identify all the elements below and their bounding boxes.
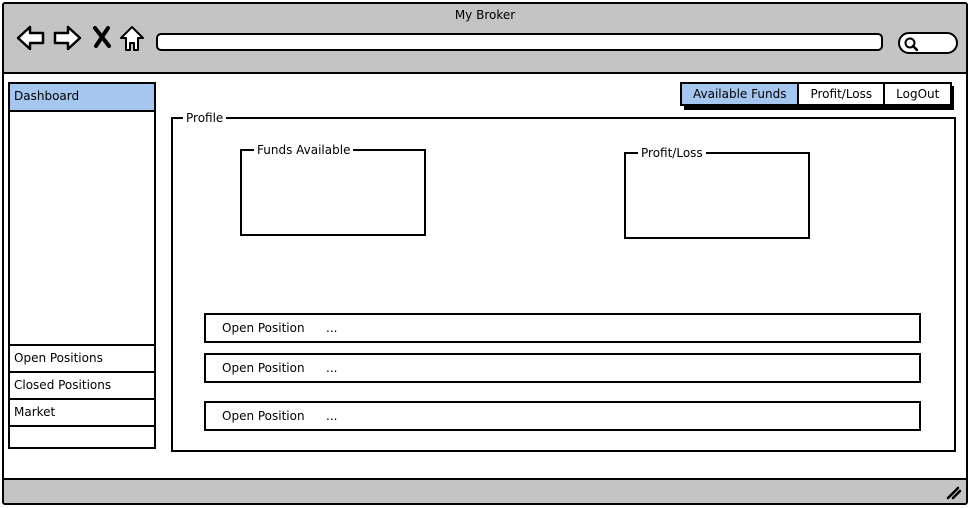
tab-available-funds[interactable]: Available Funds xyxy=(682,84,798,104)
open-position-row[interactable]: Open Position ... xyxy=(204,353,921,383)
position-label: Open Position xyxy=(222,409,305,423)
tab-logout[interactable]: LogOut xyxy=(883,84,950,104)
sidebar-item-dashboard[interactable]: Dashboard xyxy=(10,84,154,112)
sidebar-item-closed-positions[interactable]: Closed Positions xyxy=(10,371,154,397)
profit-loss-box: Profit/Loss xyxy=(624,145,810,239)
search-box[interactable] xyxy=(898,32,958,54)
close-x-icon[interactable] xyxy=(92,26,112,48)
sidebar-item-label: Closed Positions xyxy=(14,378,112,392)
sidebar-item-label: Dashboard xyxy=(14,89,80,103)
funds-available-box: Funds Available xyxy=(240,142,426,236)
status-bar xyxy=(4,478,966,503)
open-position-row[interactable]: Open Position ... xyxy=(204,401,921,431)
search-icon xyxy=(904,37,918,51)
sidebar-item-label: Open Positions xyxy=(14,351,103,365)
home-icon[interactable] xyxy=(119,25,145,53)
resize-grip-icon[interactable] xyxy=(946,486,962,500)
sidebar-item-market[interactable]: Market xyxy=(10,398,154,424)
profile-legend: Profile xyxy=(183,110,227,126)
position-value: ... xyxy=(326,409,338,423)
funds-available-legend: Funds Available xyxy=(254,142,354,158)
position-value: ... xyxy=(326,361,338,375)
tab-bar: Available Funds Profit/Loss LogOut xyxy=(680,82,953,106)
tab-profit-loss[interactable]: Profit/Loss xyxy=(797,84,883,104)
position-value: ... xyxy=(326,321,338,335)
title-bar: My Broker xyxy=(4,4,966,74)
address-bar[interactable] xyxy=(156,33,883,51)
sidebar-item-open-positions[interactable]: Open Positions xyxy=(10,344,154,370)
position-label: Open Position xyxy=(222,321,305,335)
open-position-row[interactable]: Open Position ... xyxy=(204,313,921,343)
forward-arrow-icon[interactable] xyxy=(52,24,82,52)
back-arrow-icon[interactable] xyxy=(16,24,46,52)
sidebar-item-label: Market xyxy=(14,405,56,419)
sidebar-item-empty[interactable] xyxy=(10,425,154,451)
window-title: My Broker xyxy=(454,8,516,22)
profit-loss-legend: Profit/Loss xyxy=(638,145,706,161)
position-label: Open Position xyxy=(222,361,305,375)
sidebar: Dashboard Open Positions Closed Position… xyxy=(8,82,156,449)
